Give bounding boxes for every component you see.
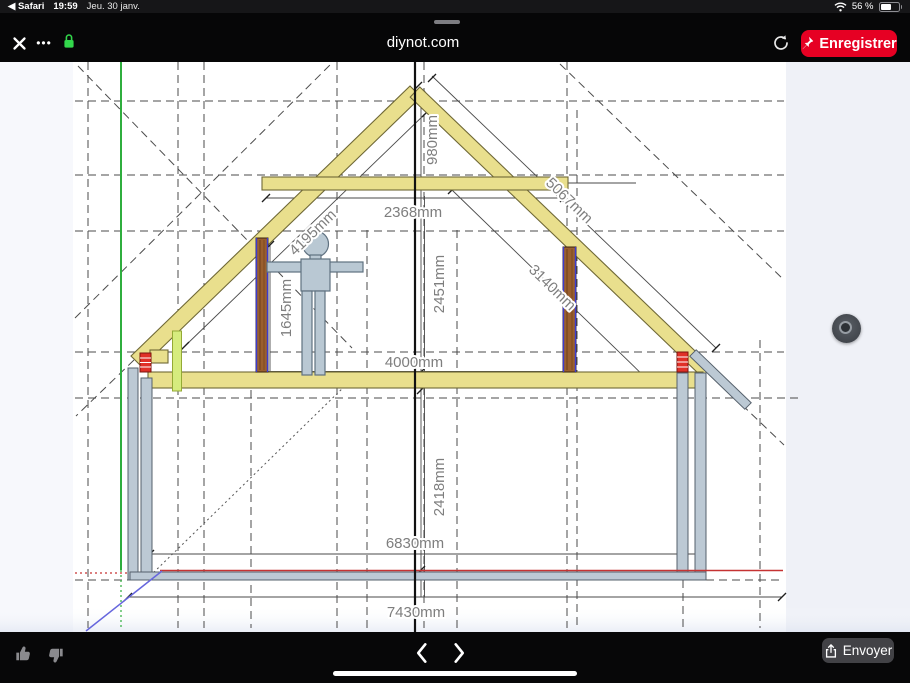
page-left-margin bbox=[0, 62, 73, 632]
dim-label-7430: 7430mm bbox=[387, 604, 445, 621]
figure-left-leg bbox=[302, 291, 312, 375]
dimension-labels: 980mm 2368mm 2451mm 1645mm 4000mm 2418mm… bbox=[278, 115, 596, 621]
nav-back-button[interactable] bbox=[408, 639, 434, 667]
nav-forward-button[interactable] bbox=[446, 639, 472, 667]
green-stud bbox=[173, 331, 182, 391]
send-button[interactable]: Envoyer bbox=[822, 638, 894, 663]
back-to-app-label[interactable]: ◀ Safari bbox=[8, 1, 44, 12]
thumbs-down-button[interactable] bbox=[42, 642, 68, 668]
thumbs-down-icon bbox=[46, 646, 65, 665]
page-bottom-fade bbox=[0, 606, 910, 632]
send-button-label: Envoyer bbox=[843, 643, 893, 658]
chevron-right-icon bbox=[453, 642, 466, 664]
browser-toolbar: ••• diynot.com Enregistrer bbox=[0, 13, 910, 62]
wifi-icon bbox=[834, 2, 847, 12]
figure-torso bbox=[301, 259, 330, 291]
figure-right-leg bbox=[315, 291, 325, 375]
dim-label-2451: 2451mm bbox=[431, 255, 448, 313]
dim-label-2368: 2368mm bbox=[384, 204, 442, 221]
web-content: 980mm 2368mm 2451mm 1645mm 4000mm 2418mm… bbox=[0, 62, 910, 632]
refresh-button[interactable] bbox=[769, 31, 793, 55]
share-icon bbox=[824, 643, 838, 659]
truss-drawing: 980mm 2368mm 2451mm 1645mm 4000mm 2418mm… bbox=[0, 62, 910, 632]
dotted-guides bbox=[75, 384, 347, 630]
dim-label-1645: 1645mm bbox=[278, 279, 295, 337]
home-indicator[interactable] bbox=[333, 671, 577, 676]
base-plate bbox=[130, 572, 706, 580]
page-right-margin bbox=[786, 62, 910, 632]
thumbs-up-button[interactable] bbox=[10, 640, 36, 666]
dim-label-2418: 2418mm bbox=[431, 458, 448, 516]
left-rafter bbox=[131, 86, 421, 367]
left-eave-block bbox=[150, 350, 168, 363]
dim-label-980: 980mm bbox=[424, 115, 441, 165]
battery-icon bbox=[879, 2, 903, 12]
refresh-icon bbox=[772, 34, 790, 52]
pushpin-icon bbox=[801, 36, 814, 51]
battery-percent: 56 % bbox=[852, 1, 874, 12]
date: Jeu. 30 janv. bbox=[87, 1, 140, 12]
dim-label-6830: 6830mm bbox=[386, 535, 444, 552]
scroll-knob-icon bbox=[839, 321, 852, 334]
chevron-left-icon bbox=[415, 642, 428, 664]
sheet-drag-handle[interactable] bbox=[434, 20, 460, 24]
page-url: diynot.com bbox=[0, 34, 846, 51]
save-button-label: Enregistrer bbox=[819, 36, 896, 52]
status-bar: ◀ Safari 19:59 Jeu. 30 janv. 56 % bbox=[0, 0, 910, 13]
right-rafter bbox=[410, 87, 712, 377]
thumbs-up-icon bbox=[14, 644, 33, 663]
save-button[interactable]: Enregistrer bbox=[801, 30, 897, 57]
clock: 19:59 bbox=[53, 1, 77, 12]
attic-floor-beam bbox=[148, 372, 703, 388]
scroll-knob[interactable] bbox=[832, 314, 861, 343]
dim-label-4000: 4000mm bbox=[385, 354, 443, 371]
